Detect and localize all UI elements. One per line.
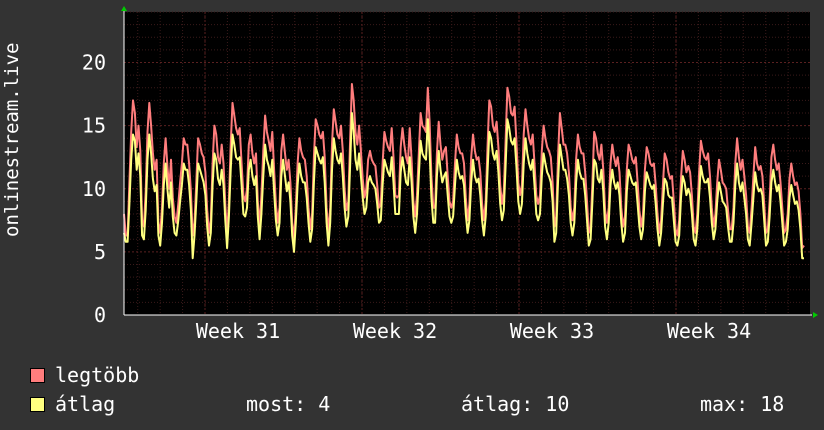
x-tick-label: Week 34 — [667, 319, 751, 343]
y-tick-label: 20 — [82, 51, 106, 75]
legend-item-atlag: átlag — [30, 392, 115, 416]
legend-label-atlag: átlag — [55, 392, 116, 416]
stat-most: most: 4 — [246, 392, 331, 416]
legtobb-swatch — [30, 368, 45, 383]
y-tick-label: 10 — [82, 177, 106, 201]
y-tick-label: 5 — [94, 240, 106, 264]
x-tick-label: Week 33 — [510, 319, 594, 343]
stat-atlag: átlag: 10 — [461, 392, 570, 416]
atlag-swatch — [30, 397, 45, 412]
x-axis-arrow-icon — [813, 312, 818, 318]
y-axis-label: onlinestream.live — [1, 42, 23, 237]
y-tick-label: 0 — [94, 303, 106, 327]
legend-label-legtobb: legtöbb — [55, 363, 140, 387]
x-tick-label: Week 31 — [196, 319, 280, 343]
x-tick-label: Week 32 — [353, 319, 437, 343]
y-axis-arrow-icon — [121, 6, 127, 11]
legend-item-legtobb: legtöbb — [30, 363, 139, 387]
stat-max: max: 18 — [700, 392, 785, 416]
y-tick-label: 15 — [82, 114, 106, 138]
